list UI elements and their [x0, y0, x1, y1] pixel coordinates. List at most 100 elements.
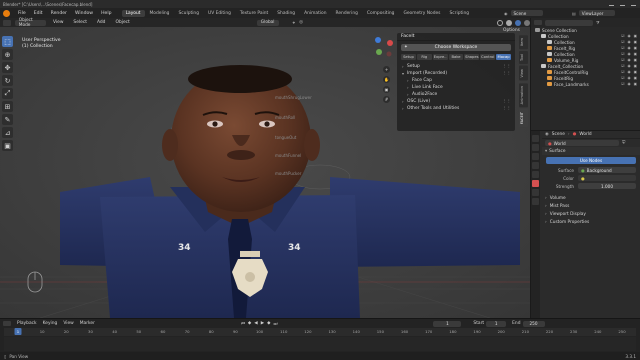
- drag-handle-icon[interactable]: ⋮⋮: [502, 106, 511, 111]
- strength-field[interactable]: 1.000: [578, 183, 636, 189]
- faceit-tab-control[interactable]: Control: [480, 54, 496, 60]
- menu-select[interactable]: Select: [70, 20, 90, 25]
- prop-section-mist-pass[interactable]: › Mist Pass: [542, 202, 640, 210]
- solid-shading-icon[interactable]: [506, 19, 512, 26]
- menu-window[interactable]: Window: [71, 11, 97, 16]
- visibility-eye-icon[interactable]: ◉: [627, 64, 630, 68]
- move-icon[interactable]: ✥: [2, 62, 13, 73]
- add-cube-icon[interactable]: ▣: [2, 140, 13, 151]
- checkbox-icon[interactable]: ☑: [621, 64, 624, 68]
- workspace-tab-sculpting[interactable]: Sculpting: [174, 10, 203, 17]
- use-nodes-button[interactable]: Use Nodes: [546, 157, 636, 164]
- scene-tab-icon[interactable]: [532, 171, 539, 178]
- surface-value-field[interactable]: ● Background: [578, 167, 636, 173]
- select-box-icon[interactable]: ⬚: [2, 36, 13, 47]
- prev-key-icon[interactable]: ◆: [248, 321, 251, 326]
- faceit-section-face-cap[interactable]: › Face Cap: [397, 77, 515, 84]
- gizmo-z-icon[interactable]: [375, 37, 381, 43]
- cursor-icon[interactable]: ⊕: [2, 49, 13, 60]
- scale-icon[interactable]: ⤢: [2, 88, 13, 99]
- outliner-editor-icon[interactable]: [534, 20, 542, 25]
- workspace-tab-shading[interactable]: Shading: [273, 10, 299, 17]
- drag-handle-icon[interactable]: ⋮⋮: [502, 71, 511, 76]
- timeline-track[interactable]: [4, 337, 636, 351]
- viewlayer-selector[interactable]: ▤ ViewLayer: [572, 10, 615, 16]
- jump-start-icon[interactable]: ⏮: [241, 321, 245, 327]
- faceit-section-setup[interactable]: › Setup ⋮⋮: [397, 63, 515, 70]
- outliner-search-field[interactable]: [545, 19, 593, 26]
- timeline-editor-icon[interactable]: [3, 321, 11, 326]
- material-shading-icon[interactable]: [515, 19, 521, 26]
- close-icon[interactable]: [631, 5, 636, 6]
- camera-render-icon[interactable]: ▣: [634, 52, 637, 56]
- play-reverse-icon[interactable]: ◀: [254, 321, 257, 326]
- next-key-icon[interactable]: ◆: [267, 321, 270, 326]
- menu-view-timeline[interactable]: View: [63, 321, 73, 326]
- blender-logo-icon[interactable]: [3, 9, 10, 17]
- editor-type-icon[interactable]: [3, 19, 11, 26]
- surface-section-header[interactable]: ▾ Surface: [542, 147, 640, 155]
- visibility-eye-icon[interactable]: ◉: [627, 34, 630, 38]
- jump-end-icon[interactable]: ⏭: [273, 321, 277, 327]
- collection-tab-icon[interactable]: [532, 189, 539, 196]
- maximize-icon[interactable]: [620, 5, 625, 6]
- side-tab-faceit[interactable]: FACEIT: [519, 109, 528, 128]
- annotate-icon[interactable]: ✎: [2, 114, 13, 125]
- scene-selector[interactable]: ◉ Scene: [504, 10, 543, 16]
- gizmo-neg-x-icon[interactable]: [386, 51, 392, 57]
- output-tab-icon[interactable]: [532, 153, 539, 160]
- camera-render-icon[interactable]: ▣: [634, 40, 637, 44]
- menu-edit[interactable]: Edit: [30, 11, 47, 16]
- camera-render-icon[interactable]: ▣: [634, 64, 637, 68]
- workspace-tab-scripting[interactable]: Scripting: [445, 10, 473, 17]
- tool-tab-icon[interactable]: [532, 135, 539, 142]
- prop-section-viewport-display[interactable]: › Viewport Display: [542, 210, 640, 218]
- visibility-eye-icon[interactable]: ◉: [627, 40, 630, 44]
- camera-icon[interactable]: ▣: [383, 86, 390, 93]
- wireframe-shading-icon[interactable]: [497, 19, 503, 26]
- faceit-section-live-link-face[interactable]: › Live Link Face: [397, 84, 515, 91]
- transform-icon[interactable]: ⊞: [2, 101, 13, 112]
- snap-icon[interactable]: ⌖: [293, 20, 296, 26]
- prop-section-custom-properties[interactable]: › Custom Properties: [542, 218, 640, 226]
- faceit-tab-setup[interactable]: Setup: [401, 54, 416, 60]
- zoom-icon[interactable]: +: [383, 66, 390, 73]
- scene-field[interactable]: Scene: [510, 10, 543, 16]
- checkbox-icon[interactable]: ☑: [621, 46, 624, 50]
- viewlayer-field[interactable]: ViewLayer: [578, 10, 615, 16]
- menu-help[interactable]: Help: [97, 11, 115, 16]
- filter-icon[interactable]: ⧩: [596, 20, 600, 25]
- side-tab-animation[interactable]: Animation: [519, 82, 528, 108]
- playhead-frame[interactable]: 1: [14, 328, 22, 335]
- menu-add[interactable]: Add: [94, 20, 109, 25]
- mode-dropdown[interactable]: Object Mode: [14, 18, 46, 28]
- menu-marker[interactable]: Marker: [80, 321, 95, 326]
- menu-keying[interactable]: Keying: [43, 321, 58, 326]
- color-swatch[interactable]: ●: [578, 175, 636, 181]
- grid-icon[interactable]: #: [383, 96, 390, 103]
- workspace-tab-modeling[interactable]: Modeling: [146, 10, 174, 17]
- menu-file[interactable]: File: [14, 11, 30, 16]
- workspace-tab-uv-editing[interactable]: UV Editing: [204, 10, 235, 17]
- checkbox-icon[interactable]: ☑: [621, 76, 624, 80]
- checkbox-icon[interactable]: ☑: [621, 58, 624, 62]
- visibility-eye-icon[interactable]: ◉: [627, 52, 630, 56]
- side-tab-item[interactable]: Item: [519, 35, 528, 50]
- workspace-tab-compositing[interactable]: Compositing: [363, 10, 399, 17]
- menu-playback[interactable]: Playback: [17, 321, 37, 326]
- checkbox-icon[interactable]: ☑: [621, 70, 624, 74]
- proportional-icon[interactable]: ◎: [299, 20, 303, 25]
- faceit-tab-mocap[interactable]: Mocap: [496, 54, 512, 60]
- checkbox-icon[interactable]: ☑: [621, 82, 624, 86]
- menu-view[interactable]: View: [50, 20, 66, 25]
- render-tab-icon[interactable]: [532, 144, 539, 151]
- minimize-icon[interactable]: [609, 5, 614, 6]
- rotate-icon[interactable]: ↻: [2, 75, 13, 86]
- workspace-tab-geometry-nodes[interactable]: Geometry Nodes: [399, 10, 444, 17]
- measure-icon[interactable]: ⊿: [2, 127, 13, 138]
- outliner-row[interactable]: Face_Landmarks ☑ ◉ ▣: [531, 81, 640, 87]
- timeline-ruler[interactable]: 1 10 20 30 40 50 60 70 80 90 100 110 120 130 140 150 160…: [4, 328, 636, 336]
- navigation-gizmo[interactable]: [372, 35, 396, 59]
- workspace-tab-animation[interactable]: Animation: [300, 10, 330, 17]
- workspace-tab-layout[interactable]: Layout: [121, 9, 145, 17]
